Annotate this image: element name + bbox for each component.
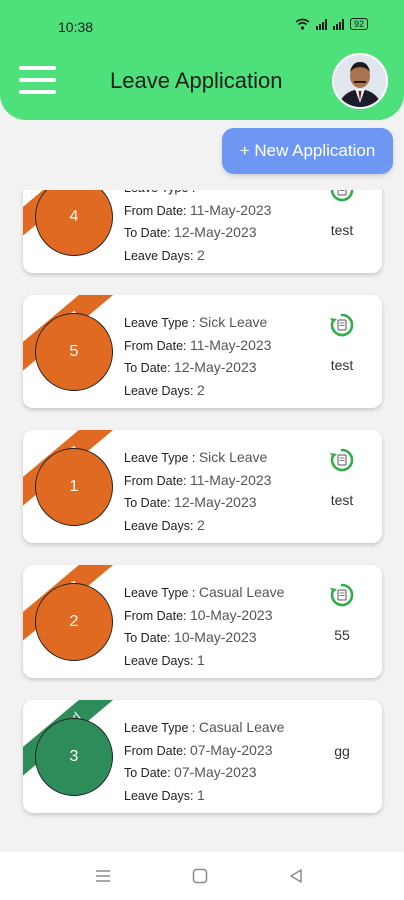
to-date-value: 12-May-2023 [174, 494, 257, 510]
status-icons: 92 [295, 18, 368, 30]
to-date-value: 12-May-2023 [174, 224, 257, 240]
refresh-document-icon[interactable] [329, 582, 355, 608]
app-header: 10:38 92 Leave Application [0, 0, 404, 120]
application-details: Leave Type : From Date: 11-May-2023 To D… [124, 190, 271, 267]
leave-type-label: Leave Type : [124, 586, 196, 600]
to-date-label: To Date: [124, 361, 171, 375]
to-date-label: To Date: [124, 226, 171, 240]
leave-days-label: Leave Days: [124, 518, 194, 533]
home-icon[interactable] [190, 866, 210, 886]
remark-text: test [330, 357, 354, 373]
from-date-label: From Date: [124, 338, 187, 353]
application-id-badge: 3 [35, 718, 113, 796]
signal-icon [315, 18, 327, 30]
application-id-badge: 2 [35, 583, 113, 661]
leave-days-label: Leave Days: [124, 383, 194, 398]
application-list[interactable]: Pending 4 Leave Type : From Date: 11-May… [0, 190, 404, 850]
to-date-label: To Date: [124, 766, 171, 780]
new-application-button[interactable]: + New Application [222, 128, 393, 174]
from-date-value: 11-May-2023 [190, 201, 272, 218]
application-card[interactable]: Pending 5 Leave Type : Sick Leave From D… [23, 295, 382, 408]
from-date-value: 07-May-2023 [190, 741, 273, 758]
to-date-value: 12-May-2023 [174, 359, 257, 375]
application-id-badge: 4 [35, 190, 113, 256]
system-nav-bar [0, 852, 404, 900]
application-card[interactable]: Pending 4 Leave Type : From Date: 11-May… [23, 190, 382, 273]
leave-days-value: 2 [196, 381, 205, 398]
refresh-document-icon[interactable] [329, 447, 355, 473]
to-date-label: To Date: [124, 496, 171, 510]
leave-type-value: Sick Leave [198, 314, 268, 330]
leave-days-value: 2 [196, 246, 205, 263]
application-card[interactable]: Pending 2 Leave Type : Casual Leave From… [23, 565, 382, 678]
leave-days-label: Leave Days: [124, 248, 194, 263]
leave-days-label: Leave Days: [124, 788, 194, 803]
hamburger-icon[interactable] [19, 66, 56, 94]
leave-days-value: 1 [196, 651, 205, 668]
remark-text: test [330, 492, 354, 508]
application-card[interactable]: Approved 3 Leave Type : Casual Leave Fro… [23, 700, 382, 813]
application-details: Leave Type : Sick Leave From Date: 11-Ma… [124, 447, 271, 537]
leave-type-label: Leave Type : [124, 721, 196, 735]
leave-type-label: Leave Type : [124, 451, 196, 465]
application-details: Leave Type : Casual Leave From Date: 10-… [124, 582, 284, 672]
signal-icon-2 [332, 18, 344, 30]
back-icon[interactable] [286, 866, 306, 886]
to-date-label: To Date: [124, 631, 171, 645]
from-date-value: 11-May-2023 [190, 336, 272, 353]
battery-icon: 92 [349, 18, 368, 30]
application-card[interactable]: Pending 1 Leave Type : Sick Leave From D… [23, 430, 382, 543]
application-id-badge: 1 [35, 448, 113, 526]
from-date-value: 11-May-2023 [190, 471, 272, 488]
refresh-document-icon[interactable] [329, 190, 355, 203]
from-date-label: From Date: [124, 608, 187, 623]
leave-type-value: Casual Leave [198, 584, 285, 600]
avatar[interactable] [332, 53, 388, 109]
from-date-label: From Date: [124, 203, 187, 218]
recent-apps-icon[interactable] [93, 866, 113, 886]
from-date-label: From Date: [124, 473, 187, 488]
leave-type-label: Leave Type : [124, 190, 195, 195]
application-details: Leave Type : Casual Leave From Date: 07-… [124, 717, 284, 807]
status-time: 10:38 [58, 19, 94, 35]
wifi-icon [295, 18, 310, 30]
from-date-label: From Date: [124, 743, 187, 758]
remark-text: test [330, 222, 354, 238]
remark-text: 55 [334, 627, 350, 643]
leave-days-value: 1 [196, 786, 205, 803]
application-details: Leave Type : Sick Leave From Date: 11-Ma… [124, 312, 271, 402]
to-date-value: 07-May-2023 [174, 764, 257, 780]
to-date-value: 10-May-2023 [174, 629, 257, 645]
refresh-document-icon[interactable] [329, 312, 355, 338]
application-id-badge: 5 [35, 313, 113, 391]
leave-days-label: Leave Days: [124, 653, 194, 668]
leave-type-value: Casual Leave [198, 719, 285, 735]
leave-type-label: Leave Type : [124, 316, 196, 330]
leave-type-value: Sick Leave [198, 449, 268, 465]
page-title: Leave Application [110, 68, 283, 93]
from-date-value: 10-May-2023 [190, 606, 273, 623]
leave-days-value: 2 [196, 516, 205, 533]
remark-text: gg [334, 743, 350, 759]
